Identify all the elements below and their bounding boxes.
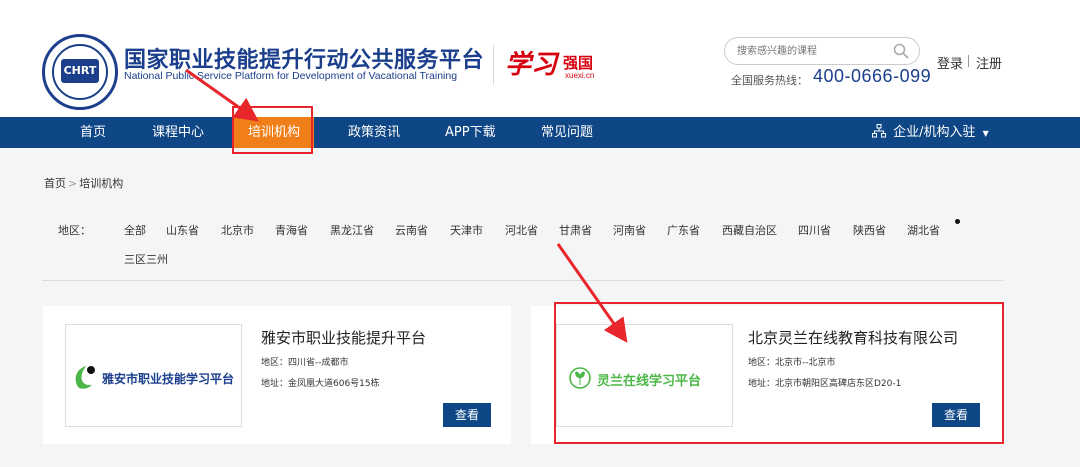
site-subtitle: National Public Service Platform for Dev…: [124, 70, 458, 82]
org-chart-icon: [872, 124, 886, 138]
xuexi-logo-script: 学习: [505, 50, 558, 80]
search-box[interactable]: [724, 37, 920, 65]
region-option[interactable]: 黑龙江省: [330, 222, 374, 238]
region-filter: 地区： 全部 山东省 北京市 青海省 黑龙江省 云南省 天津市 河北省 甘肃省 …: [42, 205, 1004, 281]
xuexi-logo-cn: 强国: [563, 54, 594, 72]
institution-card: 雅安市职业技能学习平台 雅安市职业技能提升平台 地区：四川省--成都市 地址：金…: [43, 306, 511, 444]
institution-logo-text: 雅安市职业技能学习平台: [102, 372, 235, 386]
xuexi-logo[interactable]: 学习 强国 xuexi.cn: [505, 44, 600, 84]
region-option-all[interactable]: 全部: [124, 222, 146, 238]
region-option[interactable]: 甘肃省: [559, 222, 592, 238]
logo-core-text: CHRT: [61, 59, 99, 83]
region-option[interactable]: 湖北省: [907, 222, 940, 238]
annotation-highlight-card: [554, 302, 1004, 444]
search-input[interactable]: [737, 43, 887, 59]
hotline-label: 全国服务热线：: [731, 74, 808, 87]
institution-region: 地区：四川省--成都市: [261, 358, 349, 368]
nav-enterprise-label: 企业/机构入驻: [893, 125, 976, 140]
region-filter-label: 地区：: [58, 224, 91, 237]
breadcrumb-home[interactable]: 首页: [44, 177, 66, 190]
view-button[interactable]: 查看: [443, 403, 491, 427]
nav-faq[interactable]: 常见问题: [541, 117, 593, 148]
region-option[interactable]: 北京市: [221, 222, 254, 238]
region-option[interactable]: 山东省: [166, 222, 199, 238]
leaf-icon: [75, 366, 95, 389]
region-option[interactable]: 河南省: [613, 222, 646, 238]
register-link[interactable]: 注册: [976, 53, 1002, 72]
main-nav: 首页 课程中心 培训机构 政策资讯 APP下载 常见问题 企业/机构入驻 ▼: [0, 117, 1080, 148]
region-option[interactable]: 广东省: [667, 222, 700, 238]
platform-logo[interactable]: CHRT: [42, 34, 118, 110]
region-option[interactable]: 西藏自治区: [722, 222, 777, 238]
institution-logo[interactable]: 雅安市职业技能学习平台: [65, 324, 242, 427]
region-option[interactable]: 云南省: [395, 222, 428, 238]
region-option[interactable]: 河北省: [505, 222, 538, 238]
nav-course-center[interactable]: 课程中心: [152, 117, 204, 148]
region-option[interactable]: 陕西省: [853, 222, 886, 238]
breadcrumb-current: 培训机构: [79, 177, 124, 190]
search-icon[interactable]: [893, 43, 909, 59]
chevron-down-icon: ▼: [982, 129, 989, 138]
region-option[interactable]: 天津市: [450, 222, 483, 238]
breadcrumb: 首页 > 培训机构: [44, 175, 123, 191]
site-header: CHRT 国家职业技能提升行动公共服务平台 National Public Se…: [0, 0, 1080, 117]
hotline-number: 400-0666-099: [813, 66, 932, 86]
nav-enterprise-join[interactable]: 企业/机构入驻 ▼: [872, 117, 989, 148]
institution-name[interactable]: 雅安市职业技能提升平台: [261, 327, 426, 348]
nav-app-download[interactable]: APP下载: [445, 117, 496, 148]
nav-home[interactable]: 首页: [80, 117, 106, 148]
bullet-dot: [955, 219, 960, 224]
login-link[interactable]: 登录: [937, 53, 963, 72]
breadcrumb-separator: >: [68, 177, 78, 190]
region-option[interactable]: 青海省: [275, 222, 308, 238]
title-divider: [493, 45, 494, 85]
institution-address: 地址：金凤凰大道606号15栋: [261, 379, 380, 389]
nav-policy-news[interactable]: 政策资讯: [348, 117, 400, 148]
region-option[interactable]: 三区三州: [124, 251, 168, 267]
region-option[interactable]: 四川省: [798, 222, 831, 238]
login-separator: [968, 55, 969, 67]
xuexi-logo-url: xuexi.cn: [565, 71, 595, 80]
annotation-highlight-nav: [232, 106, 313, 154]
